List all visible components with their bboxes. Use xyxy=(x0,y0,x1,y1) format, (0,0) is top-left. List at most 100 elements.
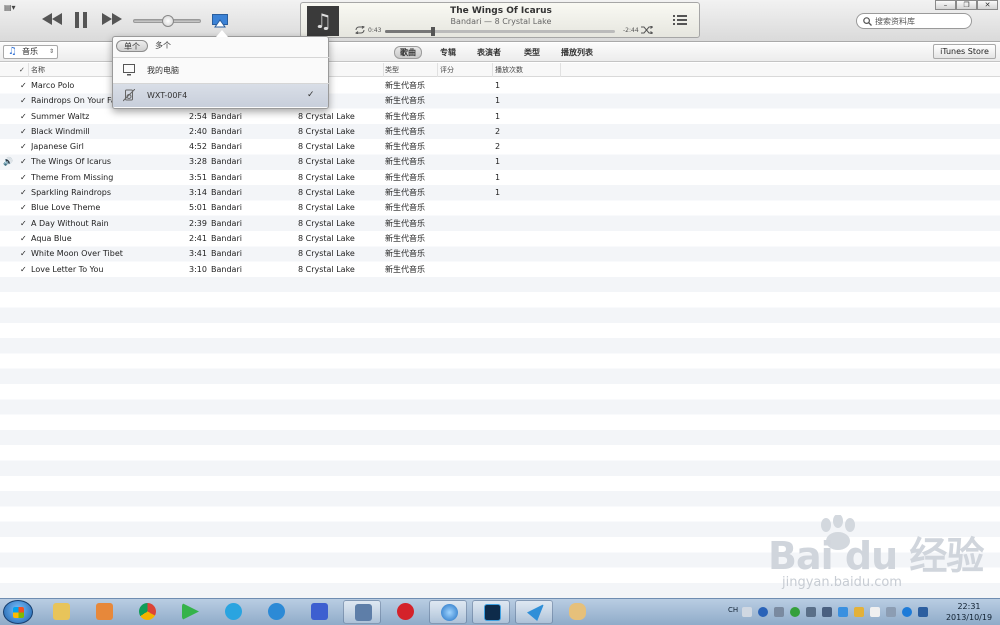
mode-single-button[interactable]: 单个 xyxy=(116,40,148,52)
row-checkbox[interactable]: ✓ xyxy=(20,262,29,277)
row-checkbox[interactable]: ✓ xyxy=(20,154,29,169)
taskbar-clock[interactable]: 22:31 2013/10/19 xyxy=(940,601,998,623)
speaker-off-icon xyxy=(122,84,136,112)
forward-button[interactable] xyxy=(102,13,122,25)
taskbar-cloud-app[interactable] xyxy=(214,600,252,624)
taskbar-d-app[interactable] xyxy=(300,600,338,624)
table-row[interactable]: ✓ Blue Love Theme 5:01 Bandari 8 Crystal Lak… xyxy=(0,200,1000,215)
row-checkbox[interactable]: ✓ xyxy=(20,139,29,154)
column-header-rating[interactable]: 评分 xyxy=(438,63,493,77)
song-time: 2:41 xyxy=(189,233,207,243)
search-box[interactable] xyxy=(856,13,972,29)
song-genre: 新生代音乐 xyxy=(385,142,425,152)
taskbar-paint[interactable] xyxy=(558,600,596,624)
airplay-device-wxt[interactable]: WXT-00F4 ✓ xyxy=(113,84,328,107)
row-checkbox[interactable]: ✓ xyxy=(20,93,29,108)
input-language-indicator[interactable]: CH xyxy=(728,606,738,614)
minimize-button[interactable]: – xyxy=(935,0,956,10)
song-play-count: 1 xyxy=(495,188,501,198)
row-checkbox[interactable]: ✓ xyxy=(20,231,29,246)
tray-app-icon[interactable] xyxy=(774,607,784,617)
table-row[interactable]: ✓ Sparkling Raindrops 3:14 Bandari 8 Crystal… xyxy=(0,185,1000,200)
table-row[interactable]: ✓ White Moon Over Tibet 3:41 Bandari 8 Cryst… xyxy=(0,246,1000,261)
shuffle-button[interactable] xyxy=(641,25,654,36)
tray-app-icon[interactable] xyxy=(886,607,896,617)
taskbar-media-player[interactable] xyxy=(85,600,123,624)
taskbar-window-app[interactable] xyxy=(343,600,381,624)
song-genre: 新生代音乐 xyxy=(385,172,425,182)
taskbar-chrome[interactable] xyxy=(128,600,166,624)
tray-app-icon[interactable] xyxy=(854,607,864,617)
volume-knob[interactable] xyxy=(162,15,174,27)
table-row[interactable]: ✓ Aqua Blue 2:41 Bandari 8 Crystal Lake 新生代音乐 xyxy=(0,231,1000,246)
song-time: 2:54 xyxy=(189,111,207,121)
tray-app-icon[interactable] xyxy=(838,607,848,617)
search-input[interactable] xyxy=(875,15,967,27)
taskbar-bird-app[interactable] xyxy=(515,600,553,624)
song-play-count: 2 xyxy=(495,126,501,136)
rewind-button[interactable] xyxy=(42,13,62,25)
row-checkbox[interactable]: ✓ xyxy=(20,78,29,93)
tray-app-icon[interactable] xyxy=(918,607,928,617)
restore-button[interactable]: ❐ xyxy=(956,0,977,10)
playback-progress-bar[interactable] xyxy=(385,27,615,36)
taskbar-music-app[interactable] xyxy=(386,600,424,624)
now-playing-display: ♫ The Wings Of Icarus Bandari — 8 Crysta… xyxy=(300,2,700,38)
song-genre: 新生代音乐 xyxy=(385,218,425,228)
row-checkbox[interactable]: ✓ xyxy=(20,200,29,215)
row-checkbox[interactable]: ✓ xyxy=(20,246,29,261)
mode-multiple-button[interactable]: 多个 xyxy=(148,40,178,52)
song-name: Black Windmill xyxy=(31,126,90,136)
album-artwork[interactable]: ♫ xyxy=(307,6,339,36)
column-header-plays[interactable]: 播放次数 xyxy=(493,63,561,77)
close-button[interactable]: ✕ xyxy=(977,0,998,10)
column-header-genre[interactable]: 类型 xyxy=(383,63,438,77)
tab-playlists[interactable]: 播放列表 xyxy=(556,46,598,59)
volume-slider[interactable] xyxy=(133,15,201,27)
repeat-button[interactable] xyxy=(355,25,365,36)
song-genre: 新生代音乐 xyxy=(385,126,425,136)
security-icon[interactable] xyxy=(790,607,800,617)
library-selector[interactable]: ♫ 音乐 ⇕ xyxy=(3,45,58,59)
app-menu-button[interactable]: ▤▾ xyxy=(4,3,22,13)
row-checkbox[interactable]: ✓ xyxy=(20,216,29,231)
volume-icon[interactable] xyxy=(822,607,832,617)
start-button[interactable] xyxy=(3,600,33,624)
row-checkbox[interactable]: ✓ xyxy=(20,185,29,200)
clock-date: 2013/10/19 xyxy=(945,613,993,622)
help-icon[interactable] xyxy=(758,607,768,617)
tab-songs[interactable]: 歌曲 xyxy=(394,46,422,59)
flag-icon[interactable] xyxy=(870,607,880,617)
network-icon[interactable] xyxy=(806,607,816,617)
tab-artists[interactable]: 表演者 xyxy=(472,46,506,59)
table-row[interactable]: ✓ A Day Without Rain 2:39 Bandari 8 Crystal … xyxy=(0,216,1000,231)
table-row[interactable]: ✓ Summer Waltz 2:54 Bandari 8 Crystal Lake 新生… xyxy=(0,109,1000,124)
row-checkbox[interactable]: ✓ xyxy=(20,170,29,185)
pause-button[interactable] xyxy=(74,12,88,28)
row-checkbox[interactable]: ✓ xyxy=(20,124,29,139)
taskbar-explorer[interactable] xyxy=(42,600,80,624)
taskbar-video-player[interactable] xyxy=(171,600,209,624)
table-row[interactable]: ✓ Love Letter To You 3:10 Bandari 8 Crystal … xyxy=(0,262,1000,277)
taskbar-photoshop[interactable] xyxy=(472,600,510,624)
keyboard-icon[interactable] xyxy=(742,607,752,617)
song-name: Japanese Girl xyxy=(31,142,84,152)
table-row[interactable]: ✓ Japanese Girl 4:52 Bandari 8 Crystal Lake 新… xyxy=(0,139,1000,154)
up-next-button[interactable] xyxy=(673,14,687,28)
column-header-check[interactable]: ✓ xyxy=(17,63,29,77)
tray-app-icon[interactable] xyxy=(902,607,912,617)
song-play-count: 1 xyxy=(495,96,501,106)
table-row[interactable]: 🔊 ✓ The Wings Of Icarus 3:28 Bandari 8 Crysta… xyxy=(0,154,1000,169)
table-row[interactable]: ✓ Black Windmill 2:40 Bandari 8 Crystal Lake… xyxy=(0,124,1000,139)
airplay-button[interactable] xyxy=(212,14,228,30)
airplay-device-my-computer[interactable]: 我的电脑 xyxy=(113,59,328,82)
tab-genres[interactable]: 类型 xyxy=(519,46,545,59)
row-checkbox[interactable]: ✓ xyxy=(20,109,29,124)
playback-scrubber[interactable] xyxy=(431,27,436,36)
taskbar-globe[interactable] xyxy=(257,600,295,624)
table-row[interactable]: ✓ Theme From Missing 3:51 Bandari 8 Crystal … xyxy=(0,170,1000,185)
taskbar-itunes[interactable] xyxy=(429,600,467,624)
song-name: Aqua Blue xyxy=(31,233,72,243)
itunes-store-button[interactable]: iTunes Store xyxy=(933,44,996,59)
tab-albums[interactable]: 专辑 xyxy=(435,46,461,59)
